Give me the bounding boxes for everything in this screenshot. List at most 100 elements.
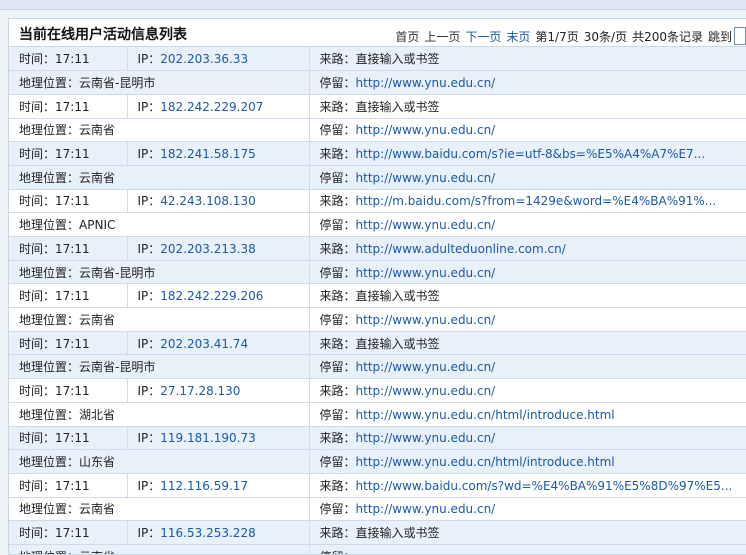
- ip-cell: IP：182.241.58.175: [127, 141, 310, 166]
- referrer-value: 直接输入或书签: [355, 526, 440, 541]
- panel-header: 当前在线用户活动信息列表 首页 上一页 下一页 末页 第1/7页 30条/页 共…: [9, 19, 746, 47]
- record-row-detail: 地理位置：云南省 停留：http://www.ynu.edu.cn/: [9, 118, 746, 143]
- record-row-main: 时间：17:11 IP：112.116.59.17 来路：http://www.ba…: [9, 473, 746, 498]
- time-label: 时间：: [19, 241, 56, 256]
- stay-link[interactable]: http://www.ynu.edu.cn/: [356, 76, 496, 90]
- location-cell: 地理位置：云南省-昆明市: [9, 70, 310, 95]
- time-value: 17:11: [55, 52, 90, 67]
- stay-label: 停留：: [319, 502, 356, 517]
- location-value: 云南省-昆明市: [79, 265, 156, 280]
- time-label: 时间：: [19, 52, 56, 67]
- location-cell: 地理位置：云南省: [9, 497, 310, 522]
- location-label: 地理位置：: [19, 550, 79, 554]
- ip-label: IP：: [137, 147, 161, 162]
- ip-link[interactable]: 182.241.58.175: [160, 147, 255, 161]
- time-cell: 时间：17:11: [9, 189, 128, 214]
- location-label: 地理位置：: [19, 407, 80, 422]
- referrer-value[interactable]: http://www.ynu.edu.cn/: [356, 431, 496, 445]
- referrer-cell: 来路：http://www.ynu.edu.cn/: [309, 378, 746, 403]
- ip-link[interactable]: 112.116.59.17: [160, 479, 248, 493]
- stay-link[interactable]: http://www.ynu.edu.cn/: [356, 360, 496, 374]
- ip-cell: IP：182.242.229.207: [127, 94, 310, 119]
- stay-cell: 停留：http://www.ynu.edu.cn/: [309, 497, 746, 522]
- top-strip: [0, 0, 746, 10]
- stay-cell: 停留：http://www.ynu.edu.cn/html/introduce.…: [309, 449, 746, 474]
- pager-jump-input[interactable]: [734, 27, 746, 45]
- time-cell: 时间：17:11: [9, 141, 128, 166]
- referrer-cell: 来路：直接输入或书签: [309, 47, 746, 72]
- record-row-main: 时间：17:11 IP：182.242.229.207 来路：直接输入或书签: [9, 94, 746, 119]
- location-cell: 地理位置：云南省: [9, 307, 310, 332]
- ip-label: IP：: [137, 99, 161, 114]
- ip-label: IP：: [137, 194, 161, 209]
- record-row-main: 时间：17:11 IP：202.203.36.33 来路：直接输入或书签: [9, 47, 746, 72]
- referrer-value[interactable]: http://m.baidu.com/s?from=1429e&word=%E4…: [356, 194, 717, 208]
- location-value: 云南省: [79, 123, 116, 138]
- referrer-cell: 来路：直接输入或书签: [309, 94, 746, 119]
- referrer-cell: 来路：http://www.ynu.edu.cn/: [309, 426, 746, 451]
- pager-next[interactable]: 下一页: [465, 28, 501, 45]
- stay-link[interactable]: http://www.ynu.edu.cn/: [356, 218, 496, 232]
- stay-link[interactable]: http://www.ynu.edu.cn/html/introduce.htm…: [356, 408, 615, 422]
- ip-link[interactable]: 202.203.36.33: [160, 52, 248, 66]
- ip-cell: IP：202.203.41.74: [127, 331, 310, 356]
- pager-prev[interactable]: 上一页: [424, 28, 460, 45]
- location-cell: 地理位置：山东省: [9, 449, 310, 474]
- time-cell: 时间：17:11: [9, 47, 128, 72]
- location-label: 地理位置：: [19, 123, 80, 138]
- referrer-label: 来路：: [319, 99, 356, 114]
- location-value: 云南省: [79, 312, 116, 327]
- time-label: 时间：: [19, 99, 56, 114]
- referrer-value: 直接输入或书签: [355, 52, 440, 67]
- time-cell: 时间：17:11: [9, 378, 128, 403]
- time-value: 17:11: [55, 526, 90, 541]
- referrer-label: 来路：: [319, 52, 356, 67]
- ip-link[interactable]: 27.17.28.130: [160, 384, 240, 398]
- ip-link[interactable]: 202.203.213.38: [160, 242, 255, 256]
- location-cell: 地理位置：云南省: [9, 544, 310, 554]
- pager-first[interactable]: 首页: [395, 28, 419, 45]
- ip-link[interactable]: 182.242.229.207: [160, 100, 263, 114]
- referrer-label: 来路：: [319, 147, 356, 162]
- referrer-value[interactable]: http://www.ynu.edu.cn/: [356, 384, 496, 398]
- stay-label: 停留：: [319, 455, 356, 470]
- ip-link[interactable]: 42.243.108.130: [160, 194, 255, 208]
- online-users-panel: 当前在线用户活动信息列表 首页 上一页 下一页 末页 第1/7页 30条/页 共…: [8, 18, 746, 555]
- referrer-label: 来路：: [319, 336, 356, 351]
- ip-link[interactable]: 182.242.229.206: [160, 289, 263, 303]
- location-label: 地理位置：: [19, 218, 80, 233]
- stay-cell: 停留：http://www.ynu.edu.cn/: [309, 354, 746, 380]
- ip-link[interactable]: 116.53.253.228: [160, 526, 255, 540]
- referrer-cell: 来路：直接输入或书签: [309, 331, 746, 356]
- referrer-value[interactable]: http://www.adulteduonline.com.cn/: [356, 242, 566, 256]
- stay-cell: 停留：http://www.ynu.edu.cn/: [309, 307, 746, 332]
- record-row-main: 时间：17:11 IP：116.53.253.228 来路：直接输入或书签: [9, 520, 746, 545]
- pager-last[interactable]: 末页: [506, 28, 530, 45]
- ip-cell: IP：42.243.108.130: [127, 189, 310, 214]
- location-label: 地理位置：: [19, 76, 80, 91]
- ip-link[interactable]: 202.203.41.74: [160, 337, 248, 351]
- stay-link[interactable]: http://www.ynu.edu.cn/: [356, 502, 496, 516]
- stay-label: 停留：: [319, 76, 356, 91]
- location-value: 云南省: [79, 502, 116, 517]
- referrer-value[interactable]: http://www.baidu.com/s?wd=%E4%BA%91%E5%8…: [356, 479, 733, 493]
- record-row-detail: 地理位置：云南省 停留：http://www.ynu.edu.cn/: [9, 497, 746, 522]
- ip-link[interactable]: 119.181.190.73: [160, 431, 255, 445]
- time-value: 17:11: [55, 99, 90, 114]
- record-row-main: 时间：17:11 IP：202.203.213.38 来路：http://www.a…: [9, 236, 746, 261]
- stay-link[interactable]: http://www.ynu.edu.cn/: [356, 171, 496, 185]
- stay-link[interactable]: http://www.ynu.edu.cn/html/introduce.htm…: [356, 455, 615, 469]
- location-value: 云南省-昆明市: [79, 360, 156, 375]
- stay-link[interactable]: http://www.ynu.edu.cn/: [356, 313, 496, 327]
- time-cell: 时间：17:11: [9, 331, 128, 356]
- ip-label: IP：: [137, 383, 161, 398]
- referrer-value[interactable]: http://www.baidu.com/s?ie=utf-8&bs=%E5%A…: [356, 147, 706, 161]
- stay-label: 停留：: [319, 265, 356, 280]
- stay-cell: 停留：http://www.ynu.edu.cn/: [309, 118, 746, 143]
- ip-cell: IP：27.17.28.130: [127, 378, 310, 403]
- stay-link[interactable]: http://www.ynu.edu.cn/: [356, 123, 496, 137]
- record-row-detail: 地理位置：云南省 停留：http://www.ynu.edu.cn/: [9, 165, 746, 190]
- time-cell: 时间：17:11: [9, 94, 128, 119]
- stay-link[interactable]: http://www.ynu.edu.cn/: [356, 266, 496, 280]
- stay-label: 停留：: [319, 312, 356, 327]
